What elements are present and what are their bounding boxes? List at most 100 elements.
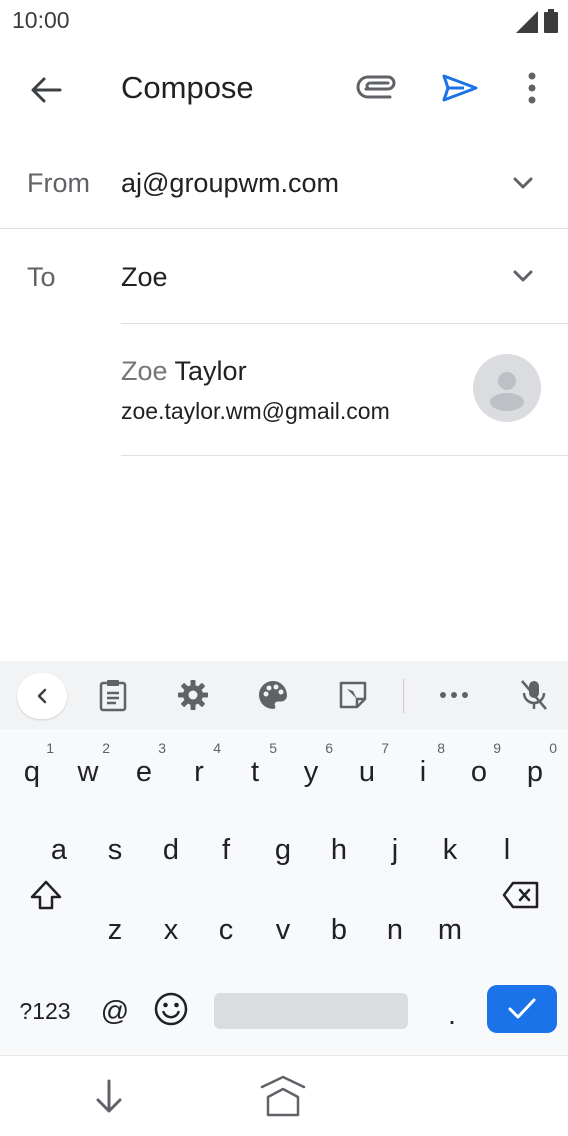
key-hint: 0 <box>549 740 557 756</box>
chevron-down-icon[interactable] <box>508 261 538 291</box>
key-v[interactable]: v <box>257 895 309 965</box>
key-p[interactable]: p0 <box>509 737 561 807</box>
back-button[interactable] <box>20 70 72 110</box>
key-d[interactable]: d <box>145 815 197 885</box>
key-at[interactable]: @ <box>90 987 140 1035</box>
key-hint: 2 <box>102 740 110 756</box>
key-x[interactable]: x <box>145 895 197 965</box>
key-q[interactable]: q1 <box>6 737 58 807</box>
divider <box>121 455 568 456</box>
home-button[interactable] <box>258 1072 308 1122</box>
status-time: 10:00 <box>12 7 70 33</box>
key-e[interactable]: e3 <box>118 737 170 807</box>
more-horiz-icon <box>440 692 468 698</box>
to-input[interactable]: Zoe <box>121 262 168 293</box>
key-z[interactable]: z <box>89 895 141 965</box>
key-hint: 3 <box>158 740 166 756</box>
theme-button[interactable] <box>253 675 293 715</box>
emoji-icon <box>154 992 188 1026</box>
suggestion-name-rest: Taylor <box>167 356 247 386</box>
emoji-key[interactable] <box>148 985 194 1033</box>
sticker-button[interactable] <box>333 675 373 715</box>
key-k[interactable]: k <box>424 815 476 885</box>
key-f[interactable]: f <box>200 815 252 885</box>
paperclip-icon <box>356 75 396 99</box>
key-n[interactable]: n <box>369 895 421 965</box>
arrow-down-icon <box>96 1079 122 1113</box>
key-label: i <box>419 756 427 788</box>
backspace-key[interactable] <box>496 875 546 915</box>
gear-icon <box>178 680 208 710</box>
key-i[interactable]: i8 <box>397 737 449 807</box>
backspace-icon <box>502 881 539 909</box>
key-u[interactable]: u7 <box>341 737 393 807</box>
key-label: w <box>77 756 99 788</box>
key-period[interactable]: . <box>430 991 474 1039</box>
to-row[interactable]: To Zoe <box>0 229 568 323</box>
key-label: r <box>194 756 204 788</box>
key-c[interactable]: c <box>200 895 252 965</box>
arrow-back-icon <box>31 77 62 103</box>
key-h[interactable]: h <box>313 815 365 885</box>
voice-input-button[interactable] <box>514 675 554 715</box>
mic-off-icon <box>521 680 547 710</box>
key-hint: 5 <box>269 740 277 756</box>
from-label: From <box>27 168 90 198</box>
key-hint: 8 <box>437 740 445 756</box>
chevron-down-icon[interactable] <box>508 168 538 198</box>
more-vert-icon <box>528 72 536 104</box>
avatar <box>473 354 541 422</box>
shift-key[interactable] <box>22 875 70 915</box>
contact-suggestion[interactable]: Zoe Taylor zoe.taylor.wm@gmail.com <box>121 346 568 456</box>
settings-button[interactable] <box>173 675 213 715</box>
send-button[interactable] <box>434 66 486 110</box>
app-bar: Compose <box>0 40 568 136</box>
attach-button[interactable] <box>352 66 404 110</box>
keyboard-keys: q1 w2 e3 r4 t5 y6 u7 i8 o9 p0 a s d f g … <box>0 729 568 1055</box>
shift-icon <box>30 880 62 910</box>
page-title: Compose <box>121 70 254 105</box>
key-j[interactable]: j <box>369 815 421 885</box>
home-icon <box>260 1075 306 1117</box>
key-hint: 6 <box>325 740 333 756</box>
key-b[interactable]: b <box>313 895 365 965</box>
key-o[interactable]: o9 <box>453 737 505 807</box>
key-r[interactable]: r4 <box>173 737 225 807</box>
palette-icon <box>259 681 287 709</box>
key-label: o <box>470 756 488 788</box>
space-key[interactable] <box>214 993 408 1029</box>
enter-key[interactable] <box>487 985 557 1033</box>
sticker-icon <box>339 681 367 709</box>
key-m[interactable]: m <box>424 895 476 965</box>
keyboard-toolbar <box>0 661 568 729</box>
clipboard-button[interactable] <box>93 675 133 715</box>
key-hint: 7 <box>381 740 389 756</box>
to-label: To <box>27 262 56 292</box>
key-hint: 9 <box>493 740 501 756</box>
key-w[interactable]: w2 <box>62 737 114 807</box>
key-t[interactable]: t5 <box>229 737 281 807</box>
more-options-button[interactable] <box>510 66 554 110</box>
send-icon <box>442 74 478 102</box>
key-label: e <box>135 756 153 788</box>
hide-keyboard-button[interactable] <box>84 1072 134 1122</box>
toolbar-separator <box>403 679 404 713</box>
person-icon <box>490 372 524 411</box>
from-row[interactable]: From aj@groupwm.com <box>0 136 568 228</box>
more-tools-button[interactable] <box>434 675 474 715</box>
battery-icon <box>544 9 558 33</box>
from-value: aj@groupwm.com <box>121 168 339 198</box>
suggestion-name: Zoe Taylor <box>121 356 247 387</box>
collapse-toolbar-button[interactable] <box>17 673 67 719</box>
suggestion-name-match: Zoe <box>121 356 168 386</box>
key-g[interactable]: g <box>257 815 309 885</box>
check-icon <box>508 998 536 1019</box>
status-bar: 10:00 <box>0 0 568 40</box>
symbols-key[interactable]: ?123 <box>10 987 80 1035</box>
key-s[interactable]: s <box>89 815 141 885</box>
divider <box>121 323 568 324</box>
key-hint: 4 <box>213 740 221 756</box>
navigation-bar <box>0 1055 568 1136</box>
key-y[interactable]: y6 <box>285 737 337 807</box>
key-hint: 1 <box>46 740 54 756</box>
